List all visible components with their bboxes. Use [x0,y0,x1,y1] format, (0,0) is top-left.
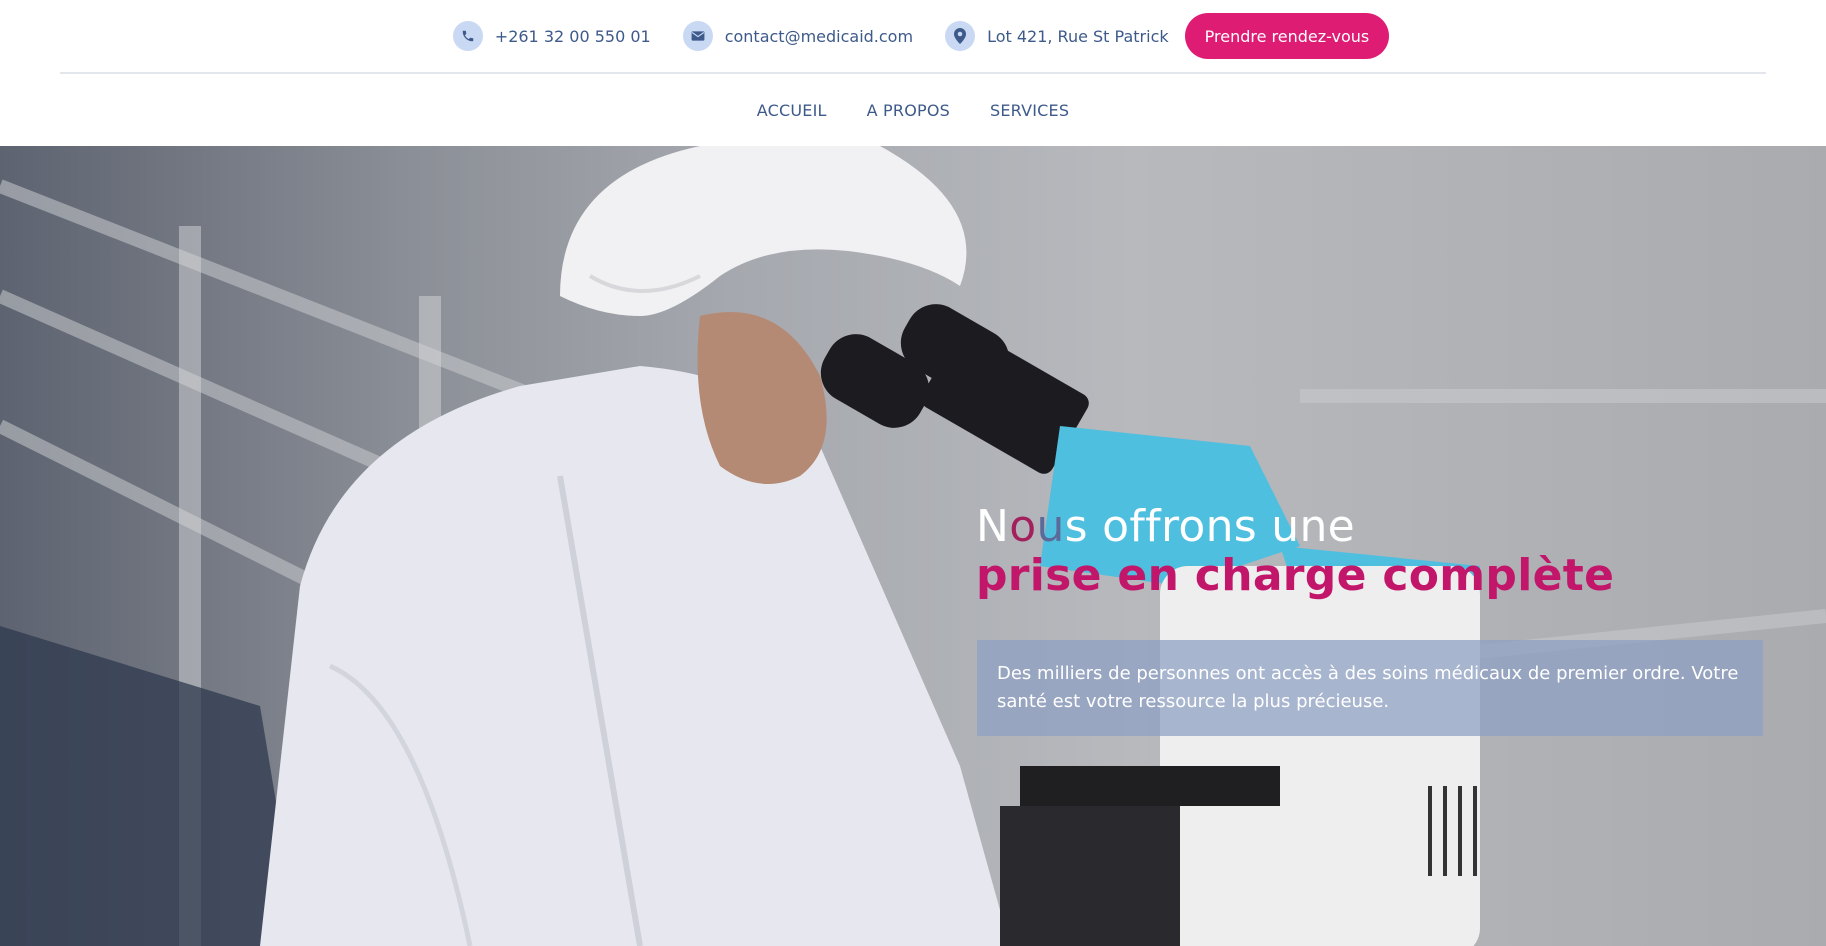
hero-description: Des milliers de personnes ont accès à de… [997,663,1739,712]
nav-item-services[interactable]: SERVICES [990,101,1069,120]
hero-heading: Nous offrons une prise en charge complèt… [976,502,1614,600]
heading-letter-o: o [1009,501,1037,552]
heading-letter-u: u [1036,501,1065,552]
appointment-button[interactable]: Prendre rendez-vous [1184,13,1390,59]
hero-heading-line2: prise en charge complète [976,550,1615,601]
hero-section: Nous offrons une prise en charge complèt… [0,146,1826,946]
phone-icon [452,21,483,51]
map-pin-icon [945,21,976,51]
envelope-icon [682,21,713,51]
email-contact[interactable]: contact@medicaid.com [682,21,914,51]
email-address: contact@medicaid.com [724,26,914,46]
address-contact: Lot 421, Rue St Patrick [945,21,1169,51]
nav-item-accueil[interactable]: ACCUEIL [757,101,827,120]
phone-number: +261 32 00 550 01 [494,26,651,46]
contact-bar: +261 32 00 550 01 contact@medicaid.com L… [0,0,1826,72]
hero-description-box: Des milliers de personnes ont accès à de… [977,640,1763,736]
heading-letter-n: N [976,501,1010,552]
address-text: Lot 421, Rue St Patrick [987,26,1169,46]
phone-contact[interactable]: +261 32 00 550 01 [452,21,651,51]
heading-rest: s offrons une [1064,501,1356,552]
main-nav: ACCUEIL A PROPOS SERVICES [0,74,1826,146]
nav-item-a-propos[interactable]: A PROPOS [867,101,950,120]
hero-heading-line1: Nous offrons une [976,502,1614,552]
